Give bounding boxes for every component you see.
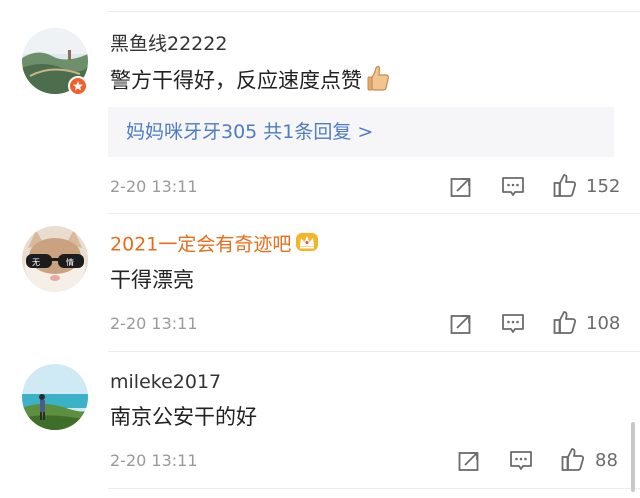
like-icon[interactable] [552, 172, 578, 198]
comment-icon[interactable] [500, 174, 526, 200]
comment-list: 黑鱼线22222 警方干得好，反应速度点赞 妈妈咪牙牙305 共1条回复 > 2… [0, 0, 640, 498]
comment-text: 南京公安干的好 [110, 405, 257, 429]
verified-badge-icon [68, 76, 88, 96]
comment-time: 2-20 13:11 [110, 177, 198, 196]
avatar-glasses-text-right: 情 [66, 257, 74, 267]
comment-username-text[interactable]: 2021一定会有奇迹吧 [110, 234, 291, 256]
divider [108, 488, 640, 489]
share-icon[interactable] [448, 311, 474, 337]
crown-badge-icon [295, 231, 319, 259]
divider [108, 213, 640, 214]
share-icon[interactable] [448, 174, 474, 200]
like-icon[interactable] [552, 309, 578, 335]
comment-username[interactable]: mileke2017 [110, 370, 221, 394]
avatar-glasses-text-left: 无 [32, 258, 40, 267]
comment-icon[interactable] [508, 448, 534, 474]
comment-username[interactable]: 2021一定会有奇迹吧 [110, 231, 319, 259]
comment-text-body: 警方干得好，反应速度点赞 [110, 68, 362, 93]
reply-preview-text[interactable]: 妈妈咪牙牙305 共1条回复 > [126, 119, 373, 145]
comment-text: 干得漂亮 [110, 268, 194, 292]
comment-username[interactable]: 黑鱼线22222 [110, 32, 227, 56]
like-count: 108 [586, 313, 621, 334]
scrollbar[interactable] [631, 422, 635, 492]
comment-time: 2-20 13:11 [110, 451, 198, 470]
like-count: 88 [595, 450, 618, 471]
divider [108, 351, 640, 352]
comment-text: 警方干得好，反应速度点赞 [110, 64, 392, 99]
like-icon[interactable] [560, 446, 586, 472]
comment-time: 2-20 13:11 [110, 314, 198, 333]
reply-preview[interactable]: 妈妈咪牙牙305 共1条回复 > [108, 107, 614, 157]
seaside-person-avatar-icon[interactable] [22, 364, 88, 430]
share-icon[interactable] [456, 448, 482, 474]
thumbs-up-emoji-icon [366, 64, 392, 99]
like-count: 152 [586, 176, 621, 197]
cat-sunglasses-avatar-icon[interactable]: 无 情 [22, 226, 88, 292]
divider [108, 11, 640, 12]
comment-icon[interactable] [500, 311, 526, 337]
